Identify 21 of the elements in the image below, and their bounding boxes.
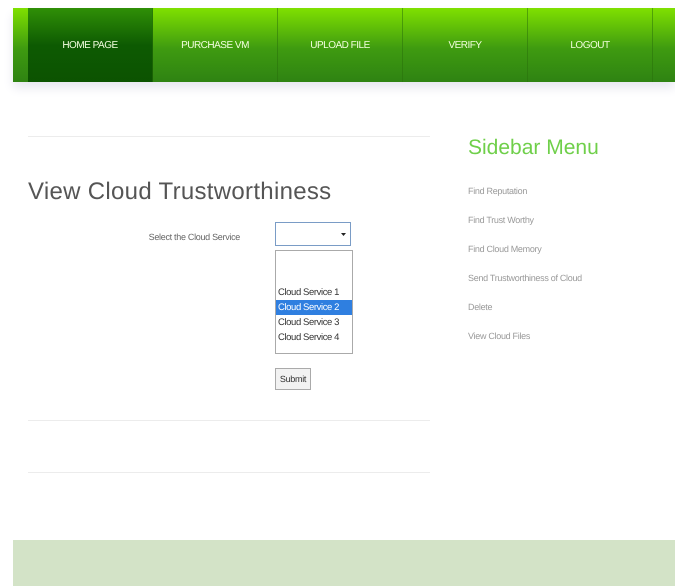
sidebar-link[interactable]: Find Cloud Memory	[468, 244, 599, 254]
nav-tab[interactable]: HOME PAGE	[28, 8, 153, 82]
sidebar-link[interactable]: Send Trustworthiness of Cloud	[468, 273, 599, 283]
field-label: Select the Cloud Service	[148, 232, 240, 244]
list-option[interactable]: Cloud Service 4	[276, 330, 352, 345]
nav-tab[interactable]: VERIFY	[403, 8, 528, 82]
nav-tab[interactable]: UPLOAD FILE	[278, 8, 403, 82]
sidebar-link[interactable]: Delete	[468, 302, 599, 312]
sidebar-title: Sidebar Menu	[468, 136, 599, 160]
caret-icon	[341, 232, 346, 236]
list-option[interactable]: Cloud Service 2	[276, 300, 352, 315]
list-option[interactable]: Cloud Service 1	[276, 285, 352, 300]
submit-button[interactable]: Submit	[275, 368, 311, 390]
sidebar-link[interactable]: Find Reputation	[468, 186, 599, 196]
nav-tab[interactable]: PURCHASE VM	[153, 8, 278, 82]
nav-tab[interactable]: LOGOUT	[528, 8, 653, 82]
sidebar-link[interactable]: View Cloud Files	[468, 331, 599, 341]
sidebar-link[interactable]: Find Trust Worthy	[468, 215, 599, 225]
list-option[interactable]: Cloud Service 3	[276, 315, 352, 330]
select-dropdown[interactable]	[275, 222, 351, 246]
page-title: View Cloud Trustworthiness	[28, 178, 332, 206]
